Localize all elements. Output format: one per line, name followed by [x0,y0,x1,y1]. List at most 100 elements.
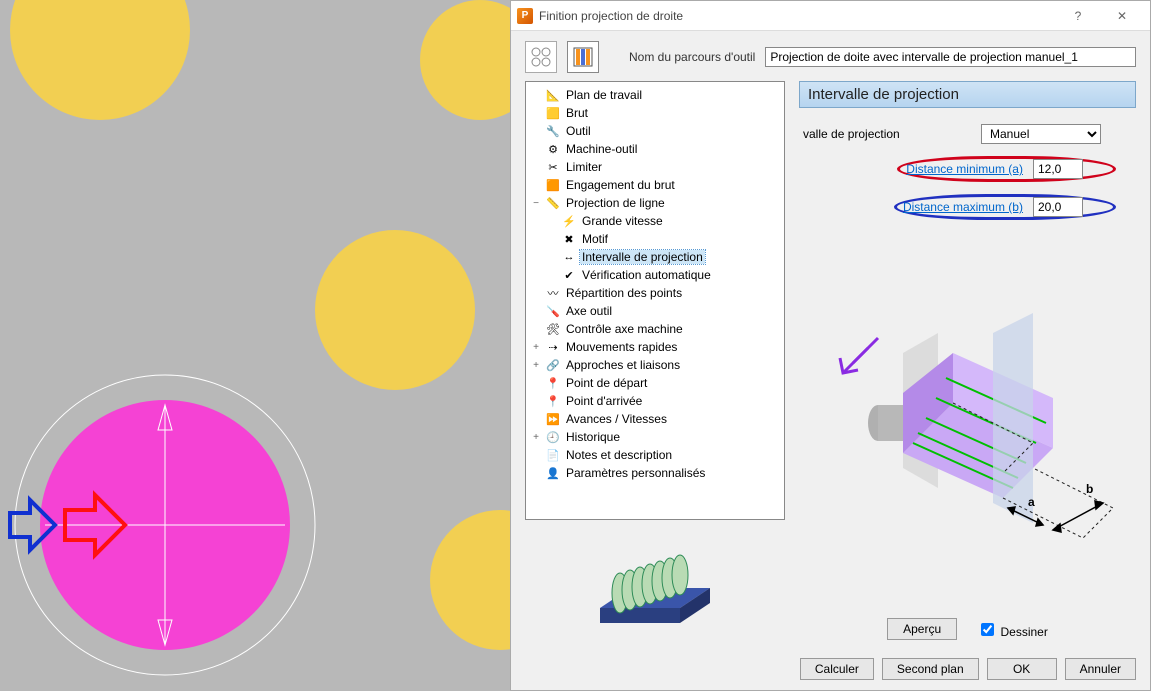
tree-expander-icon[interactable]: + [530,432,542,443]
tree-node-icon: 👤 [545,465,561,481]
tree-node-label: Axe outil [564,304,614,318]
tree-node-label: Répartition des points [564,286,684,300]
tree-node-label: Grande vitesse [580,214,665,228]
tree-node-label: Projection de ligne [564,196,667,210]
viewport-3d[interactable] [0,0,510,691]
tree-node-label: Notes et description [564,448,674,462]
tree-node-point-de-d-part[interactable]: 📍Point de départ [528,374,782,392]
tree-node-label: Intervalle de projection [580,250,705,264]
projection-mode-select[interactable]: Manuel [981,124,1101,144]
distance-min-input[interactable] [1033,159,1083,179]
tree-node-icon: ✔ [561,267,577,283]
distance-max-input[interactable] [1033,197,1083,217]
tree-node-icon: 📐 [545,87,561,103]
tree-node-label: Machine-outil [564,142,639,156]
tree-node-historique[interactable]: +🕘Historique [528,428,782,446]
tree-node-point-d-arriv-e[interactable]: 📍Point d'arrivée [528,392,782,410]
tree-node-label: Motif [580,232,610,246]
toolpath-thumbnail [525,528,785,648]
tree-node-outil[interactable]: 🔧Outil [528,122,782,140]
annotation-blue-ellipse: Distance maximum (b) [894,194,1116,220]
ok-button[interactable]: OK [987,658,1057,680]
tree-node-label: Historique [564,430,622,444]
tree-node-icon: ⚡ [561,213,577,229]
tree-node-icon: ✂ [545,159,561,175]
tree-node-param-tres-personnalis-s[interactable]: 👤Paramètres personnalisés [528,464,782,482]
calculer-button[interactable]: Calculer [800,658,874,680]
panel-title: Intervalle de projection [799,81,1136,108]
tree-node-approches-et-liaisons[interactable]: +🔗Approches et liaisons [528,356,782,374]
tree-node-intervalle-de-projection[interactable]: ↔Intervalle de projection [528,248,782,266]
tree-node-plan-de-travail[interactable]: 📐Plan de travail [528,86,782,104]
tree-node-limiter[interactable]: ✂Limiter [528,158,782,176]
tree-node-icon: 🔧 [545,123,561,139]
tree-node-machine-outil[interactable]: ⚙Machine-outil [528,140,782,158]
dessiner-checkbox-label[interactable]: Dessiner [977,620,1048,639]
tree-node-icon: 📄 [545,447,561,463]
tree-node-r-partition-des-points[interactable]: 〰Répartition des points [528,284,782,302]
tree-node-label: Approches et liaisons [564,358,682,372]
tree-node-icon: 🕘 [545,429,561,445]
tree-node-icon: ⚙ [545,141,561,157]
tree-node-projection-de-ligne[interactable]: −📏Projection de ligne [528,194,782,212]
tree-node-avances-vitesses[interactable]: ⏩Avances / Vitesses [528,410,782,428]
tree-node-label: Outil [564,124,593,138]
dessiner-checkbox[interactable] [981,623,994,636]
toolpath-name-input[interactable] [765,47,1136,67]
projection-diagram: a b [799,226,1136,610]
tree-node-contr-le-axe-machine[interactable]: 🛠Contrôle axe machine [528,320,782,338]
tree-node-label: Engagement du brut [564,178,677,192]
distance-min-link[interactable]: Distance minimum (a) [906,162,1023,176]
tree-node-label: Plan de travail [564,88,644,102]
tree-node-icon: 📏 [545,195,561,211]
tree-node-icon: 🪛 [545,303,561,319]
parameter-tree[interactable]: 📐Plan de travail🟨Brut🔧Outil⚙Machine-outi… [525,81,785,520]
diagram-label-b: b [1086,482,1093,496]
tree-node-label: Paramètres personnalisés [564,466,707,480]
tree-node-icon: 🛠 [545,321,561,337]
window-title: Finition projection de droite [539,9,1056,23]
annuler-button[interactable]: Annuler [1065,658,1136,680]
tree-node-grande-vitesse[interactable]: ⚡Grande vitesse [528,212,782,230]
tree-expander-icon[interactable]: + [530,360,542,371]
mode-button-color[interactable] [567,41,599,73]
dialog-finition-projection: P Finition projection de droite ? ✕ Nom … [510,0,1151,691]
tree-node-label: Avances / Vitesses [564,412,669,426]
diagram-label-a: a [1028,495,1035,509]
tree-node-label: Point de départ [564,376,649,390]
tree-node-icon: ⇢ [545,339,561,355]
dialog-footer: Calculer Second plan OK Annuler [511,648,1150,690]
app-icon: P [517,8,533,24]
tree-node-label: Point d'arrivée [564,394,644,408]
apercu-button[interactable]: Aperçu [887,618,957,640]
tree-node-brut[interactable]: 🟨Brut [528,104,782,122]
tree-node-notes-et-description[interactable]: 📄Notes et description [528,446,782,464]
mode-button-wire[interactable] [525,41,557,73]
tree-node-axe-outil[interactable]: 🪛Axe outil [528,302,782,320]
distance-max-link[interactable]: Distance maximum (b) [903,200,1023,214]
tree-node-label: Brut [564,106,590,120]
tree-node-icon: 🟨 [545,105,561,121]
help-button[interactable]: ? [1056,2,1100,30]
toolpath-name-label: Nom du parcours d'outil [629,50,755,64]
tree-node-label: Contrôle axe machine [564,322,685,336]
projection-mode-label: valle de projection [803,127,973,141]
header-row: Nom du parcours d'outil [511,31,1150,81]
tree-node-icon: 📍 [545,393,561,409]
annotation-red-ellipse: Distance minimum (a) [897,156,1116,182]
tree-expander-icon[interactable]: + [530,342,542,353]
tree-node-icon: 〰 [545,285,561,301]
tree-node-engagement-du-brut[interactable]: 🟧Engagement du brut [528,176,782,194]
tree-node-label: Mouvements rapides [564,340,679,354]
tree-expander-icon[interactable]: − [530,198,542,209]
tree-node-label: Limiter [564,160,604,174]
tree-node-motif[interactable]: ✖Motif [528,230,782,248]
tree-node-v-rification-automatique[interactable]: ✔Vérification automatique [528,266,782,284]
titlebar[interactable]: P Finition projection de droite ? ✕ [511,1,1150,31]
tree-node-icon: ↔ [561,249,577,265]
tree-node-icon: 🟧 [545,177,561,193]
second-plan-button[interactable]: Second plan [882,658,979,680]
tree-node-icon: 🔗 [545,357,561,373]
tree-node-mouvements-rapides[interactable]: +⇢Mouvements rapides [528,338,782,356]
close-button[interactable]: ✕ [1100,2,1144,30]
